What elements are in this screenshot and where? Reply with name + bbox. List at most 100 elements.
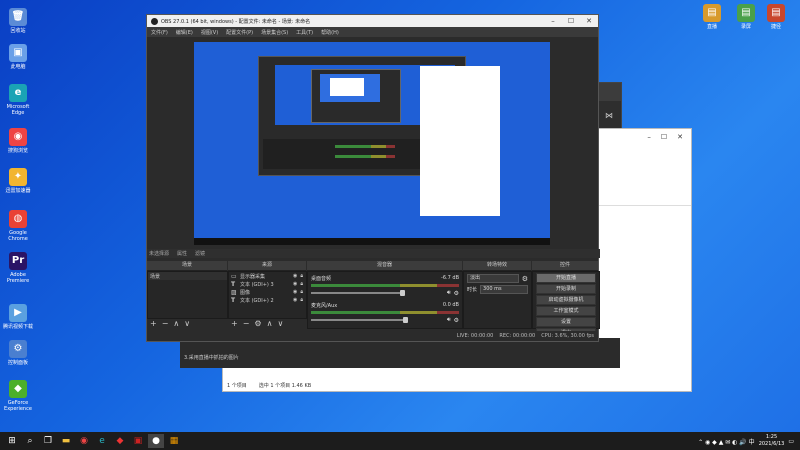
source-toolbar: 未选择源 属性 滤镜 — [147, 249, 600, 258]
source-item[interactable]: ▨ 图像 ◉ 🔒︎ — [229, 288, 306, 296]
edge-icon[interactable]: e — [94, 434, 110, 448]
desktop-icon[interactable]: Pr Adobe Premiere — [0, 252, 36, 284]
menu-item[interactable]: 帮助(H) — [317, 29, 343, 36]
speaker-icon[interactable]: 🔊︎ — [447, 289, 451, 297]
move-down-icon[interactable]: ∨ — [277, 319, 283, 328]
desktop-icon[interactable]: ▣ 此电脑 — [0, 44, 36, 70]
obs-taskbar-icon[interactable]: ● — [148, 434, 164, 448]
mixer-channel: 麦克风/Aux 0.0 dB 🔊︎ ⚙ — [311, 302, 459, 324]
app-icon-4[interactable]: ▦ — [166, 434, 182, 448]
lock-icon[interactable]: 🔒︎ — [300, 289, 303, 295]
properties-button[interactable]: 属性 — [177, 250, 187, 257]
taskbar: ⊞ ⌕ ❐ ▬ ◉ e ◆ ▣ ● ▦ ⌃ ◉ ◆ ▲ ✉ ◐ 🔊 中 1:25… — [0, 432, 800, 450]
desktop-icon[interactable]: ◍ Google Chrome — [0, 210, 36, 242]
desktop-icon[interactable]: ⚙ 控制面板 — [0, 340, 36, 366]
desktop-icon[interactable]: e Microsoft Edge — [0, 84, 36, 116]
remove-scene-icon[interactable]: − — [162, 319, 169, 328]
source-item[interactable]: ▭ 显示器采集 ◉ 🔒︎ — [229, 272, 306, 280]
live-status: LIVE: 00:00:00 — [456, 333, 494, 339]
duration-input[interactable]: 300 ms — [480, 285, 528, 294]
move-up-icon[interactable]: ∧ — [173, 319, 179, 328]
channel-db: -6.7 dB — [441, 275, 459, 281]
start-recording-button[interactable]: 开始录制 — [536, 284, 596, 294]
gear-icon[interactable]: ⚙ — [522, 275, 528, 283]
desktop-icon[interactable]: ▤ 捷径 — [758, 4, 794, 30]
file-explorer-icon[interactable]: ▬ — [58, 434, 74, 448]
menu-item[interactable]: 配置文件(P) — [222, 29, 257, 36]
lock-icon[interactable]: 🔒︎ — [300, 281, 303, 287]
add-source-icon[interactable]: + — [231, 319, 238, 328]
maximize-icon[interactable]: ☐ — [661, 133, 667, 141]
remove-source-icon[interactable]: − — [243, 319, 250, 328]
start-streaming-button[interactable]: 开始直播 — [536, 273, 596, 283]
close-icon[interactable]: ✕ — [677, 133, 683, 141]
volume-slider[interactable] — [311, 317, 408, 323]
move-down-icon[interactable]: ∨ — [184, 319, 190, 328]
gear-icon[interactable]: ⚙ — [454, 317, 459, 324]
controls-dock-header: 控件 — [532, 261, 598, 271]
source-type-icon: T — [231, 296, 236, 304]
lock-icon[interactable]: 🔒︎ — [300, 297, 303, 303]
volume-meter — [311, 311, 459, 314]
start-virtual-camera-button[interactable]: 启动虚拟摄像机 — [536, 295, 596, 305]
source-settings-icon[interactable]: ⚙ — [254, 319, 261, 328]
minimize-icon[interactable]: – — [647, 133, 651, 141]
app-icon-1[interactable]: ◉ — [76, 434, 92, 448]
start-icon[interactable]: ⊞ — [4, 434, 20, 448]
transitions-dock-header: 转场特效 — [463, 261, 531, 271]
menu-item[interactable]: 工具(T) — [292, 29, 317, 36]
app-icon-2[interactable]: ◆ — [112, 434, 128, 448]
scene-item[interactable]: 场景 — [148, 272, 227, 280]
desktop-icon[interactable]: ▤ 直播 — [694, 4, 730, 30]
desktop-icon-glyph: 🗑 — [9, 8, 27, 26]
task-view-icon[interactable]: ❐ — [40, 434, 56, 448]
lock-icon[interactable]: 🔒︎ — [300, 273, 303, 279]
maximize-icon[interactable]: ☐ — [562, 17, 580, 25]
close-icon[interactable]: ✕ — [580, 17, 598, 25]
desktop-icon[interactable]: ✦ 迅雷加速器 — [0, 168, 36, 194]
add-scene-icon[interactable]: + — [150, 319, 157, 328]
volume-meter — [311, 284, 459, 287]
rec-status: REC: 00:00:00 — [499, 333, 536, 339]
studio-mode-button[interactable]: 工作室模式 — [536, 306, 596, 316]
source-item[interactable]: T 文本 (GDI+) 2 ◉ 🔒︎ — [229, 296, 306, 304]
desktop-icon-label: 此电脑 — [10, 64, 26, 70]
desktop-icon-label: 迅雷加速器 — [5, 188, 31, 194]
speaker-icon[interactable]: 🔊︎ — [447, 316, 451, 324]
clock[interactable]: 1:25 2021/6/13 — [759, 434, 785, 448]
visibility-icon[interactable]: ◉ — [293, 289, 297, 295]
menu-item[interactable]: 视图(V) — [197, 29, 222, 36]
menu-item[interactable]: 编辑(E) — [172, 29, 197, 36]
desktop-icon-label: Adobe Premiere — [6, 272, 30, 284]
gear-icon[interactable]: ⚙ — [454, 290, 459, 297]
desktop-icon[interactable]: ◉ 搜狗浏览 — [0, 128, 36, 154]
tray-icons[interactable]: ⌃ ◉ ◆ ▲ ✉ ◐ 🔊 中 — [698, 437, 755, 446]
sources-list: ▭ 显示器采集 ◉ 🔒︎ T 文本 (GDI+) 3 ◉ 🔒︎ ▨ 图像 ◉ 🔒︎ T 文本 (GDI+)… — [228, 271, 307, 319]
share-icon[interactable]: ⋈ — [605, 111, 613, 120]
obs-window-title: OBS 27.0.1 (64 bit, windows) - 配置文件: 未命名… — [161, 18, 311, 25]
notification-icon[interactable]: ▭ — [788, 438, 794, 445]
search-icon[interactable]: ⌕ — [22, 434, 38, 448]
scenes-toolbar: + − ∧ ∨ — [147, 318, 190, 328]
desktop-icon[interactable]: ◆ GeForce Experience — [0, 380, 36, 412]
visibility-icon[interactable]: ◉ — [293, 297, 297, 303]
sources-dock-header: 来源 — [228, 261, 306, 271]
menu-item[interactable]: 场景集合(S) — [257, 29, 292, 36]
minimize-icon[interactable]: – — [544, 17, 562, 25]
desktop-icon[interactable]: 🗑 回收站 — [0, 8, 36, 34]
filters-button[interactable]: 滤镜 — [195, 250, 205, 257]
transition-select[interactable]: 淡出 — [467, 274, 519, 283]
desktop-icon[interactable]: ▶ 腾讯视频下载 — [0, 304, 36, 330]
desktop-icon-label: 腾讯视频下载 — [2, 324, 33, 330]
visibility-icon[interactable]: ◉ — [293, 281, 297, 287]
channel-db: 0.0 dB — [442, 302, 459, 308]
move-up-icon[interactable]: ∧ — [267, 319, 273, 328]
volume-slider[interactable] — [311, 290, 406, 296]
source-item[interactable]: T 文本 (GDI+) 3 ◉ 🔒︎ — [229, 280, 306, 288]
app-icon-3[interactable]: ▣ — [130, 434, 146, 448]
obs-preview-canvas[interactable] — [194, 42, 550, 245]
obs-main-window[interactable]: OBS 27.0.1 (64 bit, windows) - 配置文件: 未命名… — [146, 14, 600, 342]
settings-button[interactable]: 设置 — [536, 317, 596, 327]
visibility-icon[interactable]: ◉ — [293, 273, 297, 279]
menu-item[interactable]: 文件(F) — [147, 29, 172, 36]
